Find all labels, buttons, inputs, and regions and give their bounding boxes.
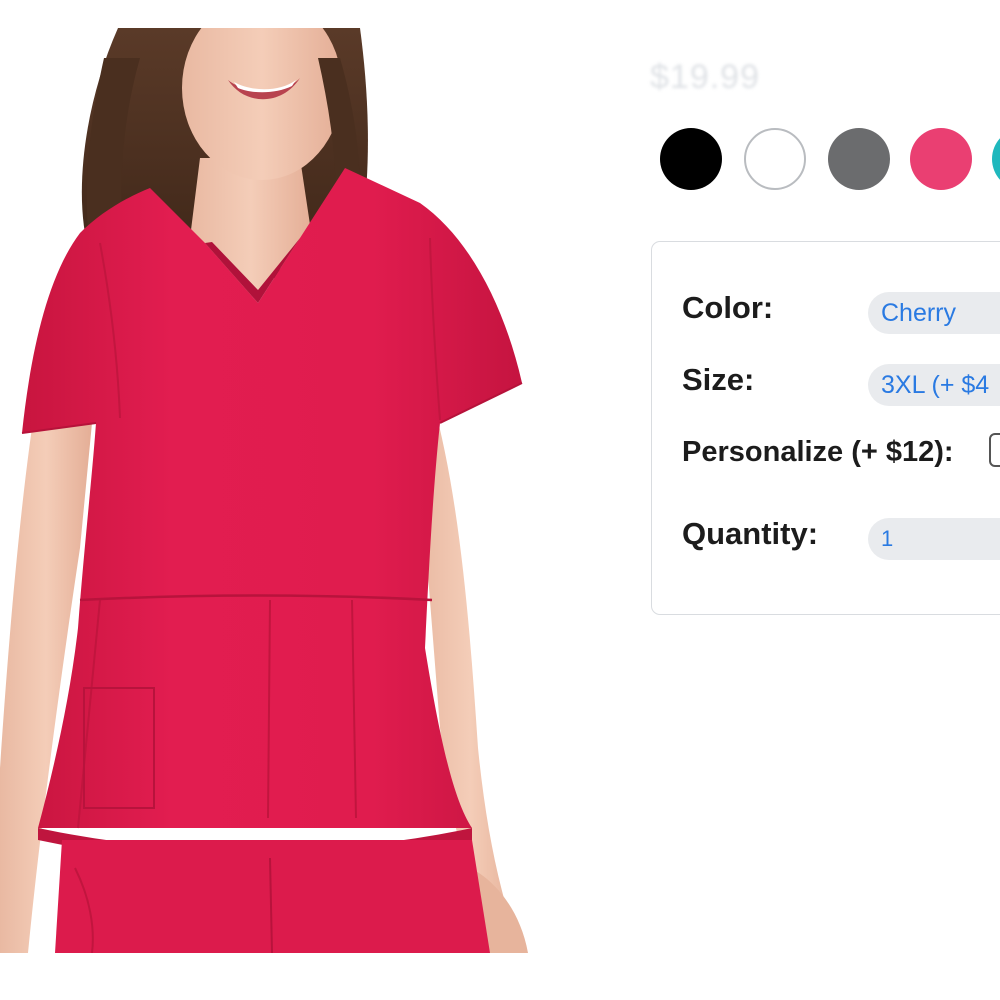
personalize-checkbox[interactable]	[989, 433, 1000, 467]
size-select[interactable]: 3XL (+ $4	[868, 364, 1000, 406]
color-swatches	[660, 128, 1000, 194]
personalize-label: Personalize (+ $12):	[682, 436, 954, 468]
swatch-white[interactable]	[744, 128, 806, 190]
product-page: $19.99 Color: Cherry Size: 3XL (+ $4 Per…	[0, 0, 1000, 1000]
size-label: Size:	[682, 362, 755, 397]
quantity-label: Quantity:	[682, 516, 819, 551]
swatch-black[interactable]	[660, 128, 722, 190]
swatch-pink[interactable]	[910, 128, 972, 190]
product-price: $19.99	[650, 58, 760, 96]
swatch-gray[interactable]	[828, 128, 890, 190]
swatch-teal[interactable]	[992, 128, 1000, 190]
color-label: Color:	[682, 290, 774, 325]
color-select[interactable]: Cherry	[868, 292, 1000, 334]
product-image	[0, 28, 540, 953]
quantity-input[interactable]: 1	[868, 518, 1000, 560]
